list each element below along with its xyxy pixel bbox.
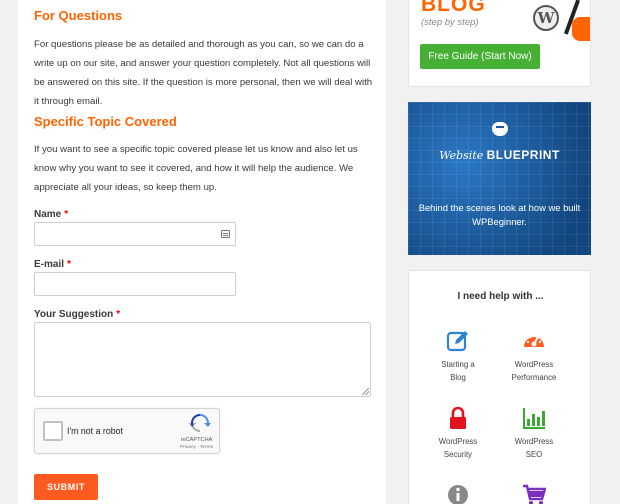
main-content: For Questions For questions please be as… [18, 0, 386, 504]
edit-icon [446, 331, 468, 352]
help-item-security[interactable]: WordPress Security [420, 406, 496, 461]
help-item-ecommerce[interactable] [496, 483, 572, 504]
resize-handle[interactable] [362, 388, 369, 395]
help-item-label-line2: Blog [450, 373, 466, 382]
wpbeginner-mascot-icon [572, 17, 590, 41]
submit-button[interactable]: SUBMIT [34, 474, 98, 500]
blog-ad-subtitle: (step by step) [421, 17, 479, 28]
email-field[interactable] [34, 272, 236, 296]
recaptcha-checkbox[interactable] [43, 421, 63, 441]
cart-icon [523, 484, 546, 504]
topic-heading: Specific Topic Covered [34, 114, 177, 129]
email-label: E-mail * [34, 259, 71, 270]
lock-icon [450, 406, 466, 429]
blueprint-title: Website BLUEPRINT [439, 148, 560, 162]
questions-text: For questions please be as detailed and … [34, 39, 373, 107]
help-item-label-line1: Starting a [441, 360, 475, 369]
suggestion-textarea[interactable] [34, 322, 371, 397]
website-blueprint-ad[interactable]: Website BLUEPRINT Behind the scenes look… [408, 102, 591, 255]
recaptcha-logo-icon [189, 414, 211, 432]
help-item-label-line2: Performance [511, 373, 557, 382]
recaptcha-brand: reCAPTCHA Privacy - Terms [180, 437, 213, 451]
help-item-performance[interactable]: WordPress Performance [496, 329, 572, 384]
speedometer-icon [524, 333, 544, 347]
bar-chart-icon [523, 408, 545, 429]
topic-text: If you want to see a specific topic cove… [34, 144, 358, 193]
help-title: I need help with ... [457, 291, 544, 302]
wordpress-logo-icon: W [533, 5, 559, 31]
help-widget: I need help with ... Starting a Blog Wor… [408, 270, 591, 504]
name-field[interactable] [34, 222, 236, 246]
questions-heading: For Questions [34, 8, 123, 23]
help-item-starting-blog[interactable]: Starting a Blog [420, 329, 496, 384]
help-item-label-line2: SEO [525, 450, 543, 459]
info-icon [448, 485, 468, 504]
recaptcha-widget: I'm not a robot reCAPTCHA Privacy - Term… [34, 408, 220, 454]
help-item-seo[interactable]: WordPress SEO [496, 406, 572, 461]
blog-ad-title: BLOG [421, 0, 486, 16]
blog-guide-ad[interactable]: BLOG (step by step) Free Guide (Start No… [408, 0, 591, 87]
help-item-label-line2: Security [443, 450, 473, 459]
suggestion-label: Your Suggestion * [34, 309, 121, 320]
help-item-info[interactable] [420, 483, 496, 504]
contact-card-icon[interactable] [221, 230, 230, 238]
help-item-label-line1: WordPress [514, 360, 554, 369]
name-label: Name * [34, 209, 69, 220]
help-item-label-line1: WordPress [438, 437, 478, 446]
blueprint-description: Behind the scenes look at how we built W… [418, 202, 581, 227]
wpbeginner-logo-icon [492, 122, 508, 136]
recaptcha-links[interactable]: Privacy - Terms [180, 444, 213, 451]
help-item-label-line1: WordPress [514, 437, 554, 446]
recaptcha-label: I'm not a robot [67, 426, 123, 436]
free-guide-button[interactable]: Free Guide (Start Now) [420, 44, 540, 69]
